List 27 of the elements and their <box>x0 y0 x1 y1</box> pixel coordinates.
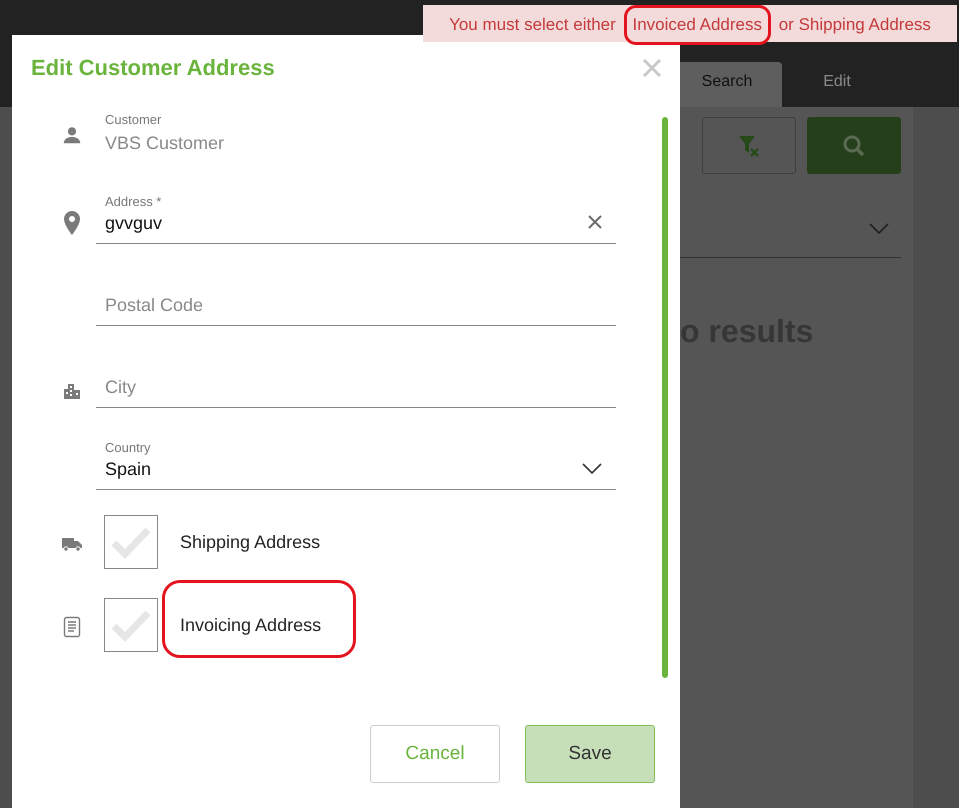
chevron-down-icon <box>869 222 889 234</box>
input-field[interactable]: Postal Code <box>96 244 616 326</box>
document-icon <box>63 616 81 638</box>
tab[interactable]: Edit <box>782 62 892 107</box>
customer-field: Customer VBS Customer <box>96 108 616 162</box>
location-pin-icon <box>63 210 81 236</box>
clear-icon[interactable] <box>588 215 602 229</box>
country-select[interactable]: Country Spain <box>96 408 616 490</box>
save-button[interactable]: Save <box>525 725 655 783</box>
truck-icon <box>61 536 83 552</box>
close-icon <box>642 58 662 78</box>
checkbox-label[interactable]: Shipping Address <box>180 532 320 552</box>
input-field[interactable]: City <box>96 326 616 408</box>
scrollbar[interactable] <box>662 117 668 678</box>
checkbox-label[interactable]: Invoicing Address <box>180 614 322 636</box>
search-icon <box>841 132 867 158</box>
error-message: You must select either Invoiced Address or Shipping Address <box>423 5 957 42</box>
buildings-icon <box>63 382 81 400</box>
close-button[interactable] <box>642 58 662 78</box>
dialog-title: Edit Customer Address <box>31 55 275 81</box>
input-field[interactable]: Address * gvvguv <box>96 162 616 244</box>
person-icon <box>61 124 83 146</box>
checkbox[interactable] <box>104 515 158 569</box>
checkbox[interactable] <box>104 598 158 652</box>
search-button[interactable] <box>807 117 901 174</box>
chevron-down-icon <box>582 463 602 475</box>
clear-filter-button[interactable] <box>702 117 796 174</box>
